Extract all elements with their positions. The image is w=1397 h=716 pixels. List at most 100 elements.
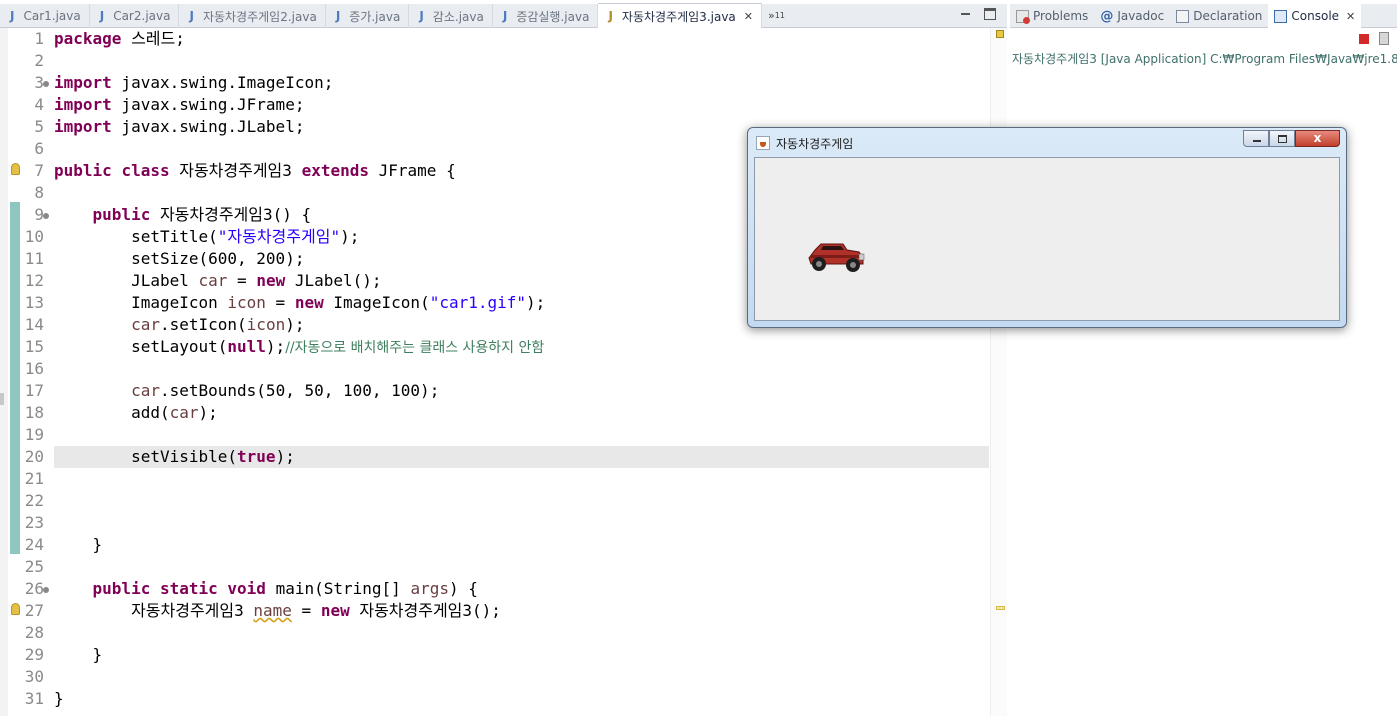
line-number: 9	[34, 205, 44, 224]
editor-tab-car1[interactable]: J Car1.java	[0, 4, 90, 28]
window-buttons: x	[1243, 130, 1340, 147]
editor-window-controls	[960, 8, 996, 20]
overflow-count: 11	[774, 11, 785, 20]
close-icon[interactable]: ✕	[1346, 10, 1355, 23]
code-line: public static void main(String[] args) {	[92, 579, 478, 598]
line-number: 24	[24, 535, 44, 554]
minimize-icon[interactable]	[960, 8, 972, 20]
editor-tab-label: 자동차경주게임3.java	[621, 9, 736, 24]
code-line: import javax.swing.JFrame;	[54, 95, 305, 114]
remove-launch-icon[interactable]	[1379, 32, 1389, 45]
editor-tab-label: 증가.java	[349, 9, 401, 24]
window-minimize-button[interactable]	[1243, 130, 1269, 147]
javadoc-icon: @	[1100, 8, 1114, 24]
fold-collapse-icon[interactable]	[43, 213, 49, 219]
code-line: add(car);	[131, 403, 218, 422]
code-line: setVisible(true);	[131, 447, 295, 466]
line-number: 30	[24, 667, 44, 686]
line-number: 20	[24, 447, 44, 466]
console-view: Problems @ Javadoc Declaration Console ✕ 자…	[1010, 4, 1397, 716]
sash-handle[interactable]	[0, 393, 4, 405]
tab-label: Javadoc	[1117, 9, 1165, 23]
code-line: }	[54, 645, 103, 664]
editor-tab-label: Car1.java	[23, 9, 81, 23]
line-number: 10	[24, 227, 44, 246]
line-number: 14	[24, 315, 44, 334]
editor-tab-overflow[interactable]: » 11	[762, 4, 791, 27]
line-number: 5	[34, 117, 44, 136]
code-line: JLabel car = new JLabel();	[131, 271, 382, 290]
line-number: 2	[34, 51, 44, 70]
tab-console[interactable]: Console ✕	[1268, 4, 1362, 28]
swing-frame-window[interactable]: 자동차경주게임 x	[747, 127, 1347, 328]
window-titlebar[interactable]: 자동차경주게임 x	[748, 128, 1346, 156]
code-line: setTitle("자동차경주게임");	[131, 227, 360, 246]
tab-declaration[interactable]: Declaration	[1170, 4, 1268, 28]
warning-marker[interactable]	[996, 606, 1005, 610]
java-file-running-icon: J	[608, 9, 613, 23]
code-line: 자동차경주게임3 name = new 자동차경주게임3();	[131, 601, 501, 620]
code-line: }	[54, 689, 64, 708]
fold-collapse-icon[interactable]	[43, 587, 49, 593]
line-number: 21	[24, 469, 44, 488]
line-number: 4	[34, 95, 44, 114]
java-file-icon: J	[10, 9, 15, 23]
warning-summary-icon[interactable]	[996, 30, 1004, 38]
window-close-button[interactable]: x	[1295, 130, 1340, 147]
close-icon[interactable]: ✕	[744, 10, 753, 23]
editor-tab-label: 감소.java	[432, 9, 484, 24]
code-line: public class 자동차경주게임3 extends JFrame {	[54, 161, 456, 180]
overflow-chevron-icon: »	[768, 9, 775, 22]
code-line: }	[54, 535, 103, 554]
line-number: 11	[24, 249, 44, 268]
editor-tab-decrease[interactable]: J 감소.java	[409, 4, 493, 28]
maximize-icon	[1278, 135, 1287, 143]
java-cup-icon[interactable]	[756, 136, 770, 150]
editor-tab-bar: J Car1.java J Car2.java J 자동차경주게임2.java J 증가…	[0, 3, 1007, 28]
view-tab-bar: Problems @ Javadoc Declaration Console ✕	[1010, 4, 1397, 28]
line-number: 31	[24, 689, 44, 708]
editor-tab-racegame2[interactable]: J 자동차경주게임2.java	[179, 4, 326, 28]
lightbulb-warning-icon[interactable]	[11, 603, 20, 615]
maximize-icon[interactable]	[984, 8, 996, 20]
terminate-icon[interactable]	[1359, 33, 1369, 44]
line-number: 17	[24, 381, 44, 400]
editor-tab-label: 자동차경주게임2.java	[202, 9, 317, 24]
tab-label: Problems	[1033, 9, 1089, 23]
line-number: 1	[34, 29, 44, 48]
editor-tab-incdec-run[interactable]: J 증감실행.java	[493, 4, 599, 28]
code-line: public 자동차경주게임3() {	[92, 205, 312, 224]
line-number: 12	[24, 271, 44, 290]
line-number: 29	[24, 645, 44, 664]
console-launch-label: 자동차경주게임3 [Java Application] C:₩Program F…	[1012, 52, 1397, 66]
line-number: 26	[24, 579, 44, 598]
lightbulb-warning-icon[interactable]	[11, 163, 20, 175]
line-number: 15	[24, 337, 44, 356]
tab-problems[interactable]: Problems	[1010, 4, 1094, 28]
console-toolbar	[1359, 32, 1389, 45]
editor-tab-car2[interactable]: J Car2.java	[90, 4, 180, 28]
console-icon	[1274, 9, 1288, 23]
line-number: 19	[24, 425, 44, 444]
line-number: 25	[24, 557, 44, 576]
editor-tab-label: 증감실행.java	[516, 9, 590, 24]
tab-javadoc[interactable]: @ Javadoc	[1094, 4, 1170, 28]
editor-tab-increase[interactable]: J 증가.java	[326, 4, 410, 28]
line-number: 8	[34, 183, 44, 202]
java-file-icon: J	[189, 9, 194, 23]
fold-collapse-icon[interactable]	[43, 81, 49, 87]
java-file-icon: J	[502, 9, 508, 23]
line-number: 27	[24, 601, 44, 620]
code-line: setSize(600, 200);	[131, 249, 305, 268]
line-number: 23	[24, 513, 44, 532]
line-number: 28	[24, 623, 44, 642]
line-number: 22	[24, 491, 44, 510]
line-number: 3	[34, 73, 44, 92]
tab-label: Declaration	[1193, 9, 1263, 23]
frame-content-pane	[754, 157, 1340, 321]
window-maximize-button[interactable]	[1269, 130, 1295, 147]
java-file-icon: J	[419, 9, 424, 23]
line-number: 7	[34, 161, 44, 180]
editor-tab-racegame3[interactable]: J 자동차경주게임3.java ✕	[598, 3, 762, 28]
red-vintage-car-icon	[808, 243, 865, 272]
